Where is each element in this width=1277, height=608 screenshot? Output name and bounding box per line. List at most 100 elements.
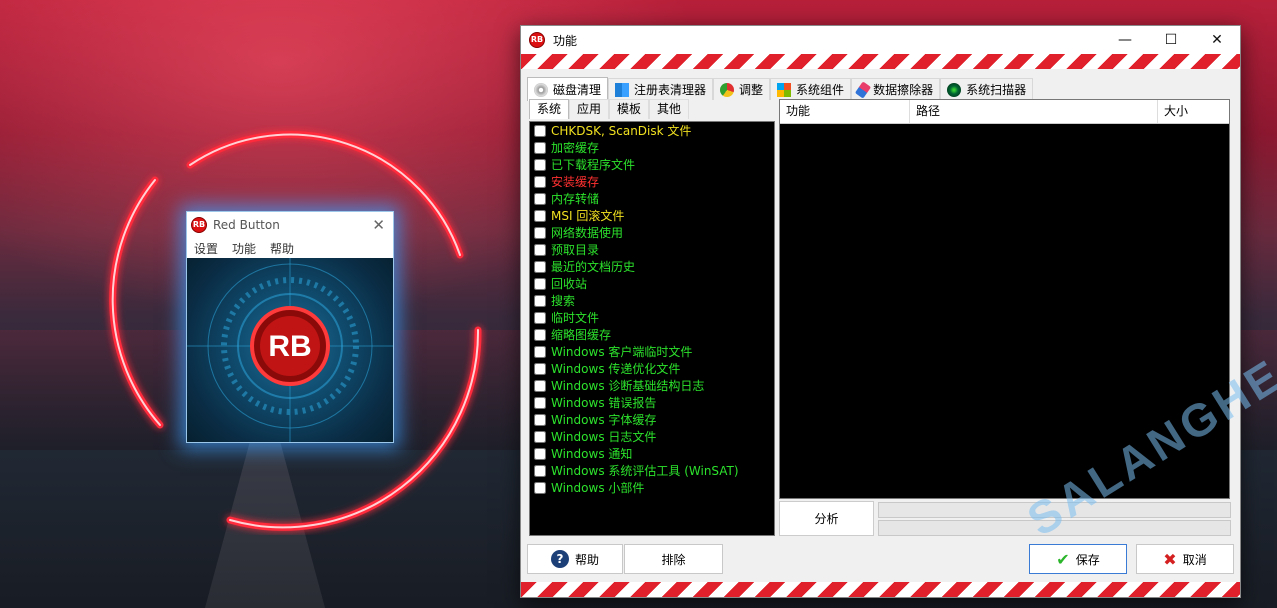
cleanup-item-list[interactable]: CHKDSK, ScanDisk 文件加密缓存 已下载程序文件安装缓存 内存转储 MS… [529,121,775,536]
subtab-system[interactable]: 系统 [529,99,570,119]
close-icon[interactable]: ✕ [1194,26,1240,54]
tab-system-components[interactable]: 系统组件 [770,78,852,100]
item-label: 加密缓存 [551,141,600,155]
subtab-apps[interactable]: 应用 [569,99,610,119]
list-item[interactable]: 临时文件 [530,309,774,326]
save-label: 保存 [1075,552,1100,567]
item-label: Windows 字体缓存 [551,413,657,427]
list-item[interactable]: 回收站 [530,275,774,292]
item-checkbox[interactable] [534,175,546,188]
exclude-button[interactable]: 排除 [624,544,723,574]
tweak-icon [720,82,735,97]
save-button[interactable]: ✔ 保存 [1029,544,1127,574]
item-label: 最近的文档历史 [551,260,636,274]
list-item[interactable]: CHKDSK, ScanDisk 文件 [530,122,774,139]
item-checkbox[interactable] [534,311,546,324]
menu-help[interactable]: 帮助 [270,240,294,257]
app-logo-icon: RB [529,32,545,48]
item-checkbox[interactable] [534,243,546,256]
item-checkbox[interactable] [534,260,546,273]
item-label: 预取目录 [551,243,600,257]
close-icon[interactable]: ✕ [372,216,385,234]
help-label: 帮助 [574,552,599,567]
menu-settings[interactable]: 设置 [194,240,218,257]
tab-label: 调整 [739,83,764,97]
list-item[interactable]: Windows 通知 [530,445,774,462]
item-label: 安装缓存 [551,175,600,189]
tab-registry-cleaner[interactable]: 注册表清理器 [608,78,714,100]
item-checkbox[interactable] [534,430,546,443]
item-label: 搜索 [551,294,576,308]
red-button-artwork[interactable]: RB [187,258,393,442]
list-item[interactable]: 加密缓存 [530,139,774,156]
item-checkbox[interactable] [534,158,546,171]
item-label: MSI 回滚文件 [551,209,625,223]
windows-icon [777,82,792,97]
item-label: 临时文件 [551,311,600,325]
scanner-icon [947,82,962,97]
list-item[interactable]: 安装缓存 [530,173,774,190]
item-checkbox[interactable] [534,294,546,307]
rb-logo-text: RB [268,330,311,363]
item-checkbox[interactable] [534,141,546,154]
item-checkbox[interactable] [534,277,546,290]
tab-system-scanner[interactable]: 系统扫描器 [940,78,1034,100]
item-checkbox[interactable] [534,226,546,239]
list-item[interactable]: Windows 小部件 [530,479,774,496]
column-path[interactable]: 路径 [910,100,1158,123]
item-label: Windows 系统评估工具 (WinSAT) [551,464,739,478]
item-checkbox[interactable] [534,447,546,460]
list-item[interactable]: Windows 错误报告 [530,394,774,411]
exclude-label: 排除 [661,552,686,567]
registry-icon [615,82,630,97]
item-checkbox[interactable] [534,464,546,477]
item-checkbox[interactable] [534,481,546,494]
table-header: 功能 路径 大小 [780,100,1229,124]
column-function[interactable]: 功能 [780,100,910,123]
item-checkbox[interactable] [534,192,546,205]
list-item[interactable]: 网络数据使用 [530,224,774,241]
bottom-stripe [521,582,1240,597]
list-item[interactable]: MSI 回滚文件 [530,207,774,224]
list-item[interactable]: 已下载程序文件 [530,156,774,173]
maximize-icon[interactable]: ☐ [1148,26,1194,54]
minimize-icon[interactable]: — [1102,26,1148,54]
list-item[interactable]: 内存转储 [530,190,774,207]
mini-window-title: Red Button [213,218,280,232]
item-label: 缩略图缓存 [551,328,612,342]
item-checkbox[interactable] [534,345,546,358]
item-checkbox[interactable] [534,209,546,222]
list-item[interactable]: 最近的文档历史 [530,258,774,275]
tab-data-eraser[interactable]: 数据擦除器 [851,78,941,100]
list-item[interactable]: Windows 传递优化文件 [530,360,774,377]
item-label: Windows 传递优化文件 [551,362,681,376]
list-item[interactable]: Windows 客户端临时文件 [530,343,774,360]
tab-tweaks[interactable]: 调整 [713,78,771,100]
item-checkbox[interactable] [534,413,546,426]
list-item[interactable]: Windows 系统评估工具 (WinSAT) [530,462,774,479]
window-title-bar: RB 功能 — ☐ ✕ [521,26,1240,54]
subtab-other[interactable]: 其他 [649,99,690,119]
tab-disk-cleanup[interactable]: 磁盘清理 [527,77,609,101]
tab-label: 系统组件 [796,83,845,97]
help-button[interactable]: ? 帮助 [527,544,623,574]
list-item[interactable]: 预取目录 [530,241,774,258]
column-size[interactable]: 大小 [1158,100,1224,123]
item-checkbox[interactable] [534,328,546,341]
analyze-button[interactable]: 分析 [779,501,874,536]
cancel-button[interactable]: ✖ 取消 [1136,544,1234,574]
list-item[interactable]: Windows 日志文件 [530,428,774,445]
item-label: Windows 诊断基础结构日志 [551,379,705,393]
item-checkbox[interactable] [534,379,546,392]
item-checkbox[interactable] [534,124,546,137]
list-item[interactable]: Windows 字体缓存 [530,411,774,428]
list-item[interactable]: 缩略图缓存 [530,326,774,343]
list-item[interactable]: Windows 诊断基础结构日志 [530,377,774,394]
category-subtabs: 系统 应用 模板 其他 [529,99,690,119]
menu-functions[interactable]: 功能 [232,240,256,257]
list-item[interactable]: 搜索 [530,292,774,309]
tab-label: 磁盘清理 [553,83,602,97]
subtab-templates[interactable]: 模板 [609,99,650,119]
item-checkbox[interactable] [534,396,546,409]
item-checkbox[interactable] [534,362,546,375]
